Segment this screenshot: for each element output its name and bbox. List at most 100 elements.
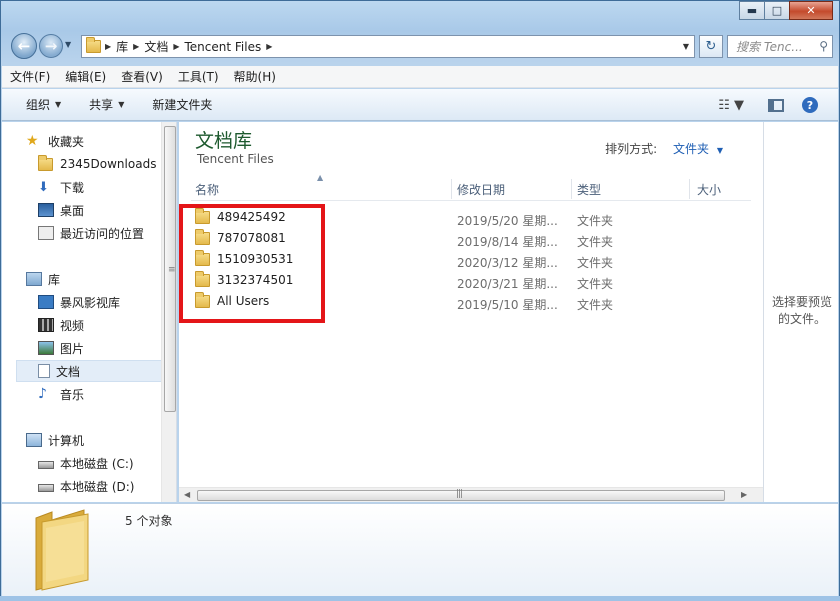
nav-scrollbar-thumb[interactable]: ≡ (164, 126, 176, 412)
nav-item-2345downloads[interactable]: 2345Downloads (38, 153, 156, 175)
file-name: 1510930531 (217, 252, 294, 266)
file-name: 489425492 (217, 210, 286, 224)
library-icon (26, 272, 42, 286)
address-bar[interactable]: ▶ 库 ▶ 文档 ▶ Tencent Files ▶ ▼ (81, 35, 695, 58)
library-title: 文档库 (195, 130, 253, 152)
window-caption-buttons: ▬ □ ✕ (739, 1, 833, 20)
nav-label: 2345Downloads (60, 157, 157, 171)
menu-tools[interactable]: 工具(T) (178, 68, 219, 85)
file-name: 3132374501 (217, 273, 294, 287)
download-icon: ⬇ (38, 180, 49, 195)
file-row[interactable]: All Users 2019/5/10 星期... 文件夹 (195, 291, 755, 313)
preview-pane-icon[interactable] (768, 98, 784, 112)
breadcrumb-tencent-files[interactable]: Tencent Files (180, 40, 267, 54)
column-size[interactable]: 大小 (693, 177, 749, 201)
column-divider[interactable] (571, 179, 572, 199)
picture-icon (38, 341, 54, 355)
horizontal-scrollbar-thumb[interactable]: ||| (197, 489, 725, 501)
computer-icon (26, 433, 42, 447)
search-input[interactable]: 搜索 Tenc... ⚲ (727, 35, 833, 58)
command-bar-right: ☷ ▼ ? (718, 89, 838, 121)
back-button[interactable]: ← (11, 33, 37, 59)
nav-label: 音乐 (60, 387, 85, 402)
file-modified: 2019/5/10 星期... (457, 298, 558, 312)
nav-scrollbar[interactable]: ≡ (161, 122, 176, 502)
menu-help[interactable]: 帮助(H) (234, 68, 276, 85)
nav-label: 计算机 (48, 433, 85, 448)
menu-edit[interactable]: 编辑(E) (65, 68, 106, 85)
column-divider[interactable] (451, 179, 452, 199)
folder-icon (38, 154, 53, 171)
chevron-down-icon: ▼ (118, 100, 125, 109)
file-list-pane: 文档库 Tencent Files 排列方式: 文件夹 ▼ ▲ 名称 修改日期 … (179, 122, 763, 502)
nav-libraries-header[interactable]: 库 (26, 268, 60, 290)
system-drive-icon (38, 461, 54, 469)
column-divider[interactable] (689, 179, 690, 199)
new-folder-button[interactable]: 新建文件夹 (152, 96, 212, 113)
address-history-dropdown-icon[interactable]: ▼ (683, 42, 689, 51)
nav-label: 下载 (60, 180, 85, 195)
breadcrumb-documents[interactable]: 文档 (139, 38, 173, 55)
horizontal-scrollbar[interactable]: ◀ ||| ▶ (179, 487, 763, 502)
forward-button[interactable]: → (39, 34, 63, 58)
refresh-button[interactable]: ↻ (699, 35, 723, 58)
chevron-down-icon[interactable]: ▼ (717, 146, 723, 155)
file-row[interactable]: 489425492 2019/5/20 星期... 文件夹 (195, 207, 755, 229)
folder-icon (195, 291, 210, 308)
view-options-icon[interactable]: ☷ ▼ (718, 98, 744, 113)
nav-item-drive-d[interactable]: 本地磁盘 (D:) (38, 475, 134, 497)
preview-pane: 选择要预览的文件。 (763, 122, 838, 502)
menu-file[interactable]: 文件(F) (10, 68, 50, 85)
organize-label: 组织 (26, 98, 51, 112)
file-type: 文件夹 (577, 277, 614, 291)
grip-icon: ≡ (168, 265, 176, 275)
file-row[interactable]: 3132374501 2020/3/21 星期... 文件夹 (195, 270, 755, 292)
arrange-value-button[interactable]: 文件夹 (673, 142, 709, 156)
folder-icon (86, 37, 101, 53)
window-bottom-border (0, 596, 840, 601)
scroll-right-icon[interactable]: ▶ (741, 490, 747, 499)
file-modified: 2020/3/21 星期... (457, 277, 558, 291)
chevron-right-icon[interactable]: ▶ (266, 42, 272, 51)
breadcrumb-library[interactable]: 库 (111, 38, 133, 55)
nav-label: 暴风影视库 (60, 295, 121, 310)
nav-item-recent-places[interactable]: 最近访问的位置 (38, 222, 144, 244)
file-row[interactable]: 787078081 2019/8/14 星期... 文件夹 (195, 228, 755, 250)
help-icon[interactable]: ? (802, 97, 818, 113)
column-name[interactable]: 名称 (191, 177, 449, 201)
nav-item-drive-c[interactable]: 本地磁盘 (C:) (38, 452, 134, 474)
arrow-right-icon: → (44, 37, 58, 55)
recent-pages-dropdown[interactable]: ▼ (65, 40, 71, 49)
drive-icon (38, 484, 54, 492)
nav-item-videos[interactable]: 视频 (38, 314, 84, 336)
file-type: 文件夹 (577, 235, 614, 249)
column-modified[interactable]: 修改日期 (453, 177, 571, 201)
share-button[interactable]: 共享 ▼ (89, 96, 124, 113)
organize-button[interactable]: 组织 ▼ (26, 96, 61, 113)
nav-item-downloads[interactable]: ⬇ 下载 (38, 176, 84, 198)
film-icon (38, 318, 54, 332)
nav-item-music[interactable]: ♪ 音乐 (38, 383, 84, 405)
arrow-left-icon: ← (17, 37, 31, 55)
nav-label: 本地磁盘 (D:) (60, 479, 135, 494)
maximize-button[interactable]: □ (764, 1, 790, 20)
search-icon[interactable]: ⚲ (819, 39, 828, 53)
item-count: 5 个对象 (125, 514, 173, 528)
nav-item-baofeng-library[interactable]: 暴风影视库 (38, 291, 120, 313)
scroll-left-icon[interactable]: ◀ (184, 490, 190, 499)
media-library-icon (38, 295, 54, 309)
file-row[interactable]: 1510930531 2020/3/12 星期... 文件夹 (195, 249, 755, 271)
search-placeholder: 搜索 Tenc... (736, 40, 803, 54)
column-type[interactable]: 类型 (573, 177, 689, 201)
nav-item-pictures[interactable]: 图片 (38, 337, 84, 359)
column-header: ▲ 名称 修改日期 类型 大小 (191, 173, 751, 201)
minimize-button[interactable]: ▬ (739, 1, 765, 20)
nav-computer-header[interactable]: 计算机 (26, 429, 84, 451)
menu-view[interactable]: 查看(V) (121, 68, 163, 85)
file-name: 787078081 (217, 231, 286, 245)
nav-favorites-header[interactable]: ★ 收藏夹 (26, 130, 84, 152)
close-button[interactable]: ✕ (789, 1, 833, 20)
nav-item-documents[interactable]: 文档 (16, 360, 172, 382)
nav-item-desktop[interactable]: 桌面 (38, 199, 84, 221)
nav-label: 视频 (60, 318, 85, 333)
